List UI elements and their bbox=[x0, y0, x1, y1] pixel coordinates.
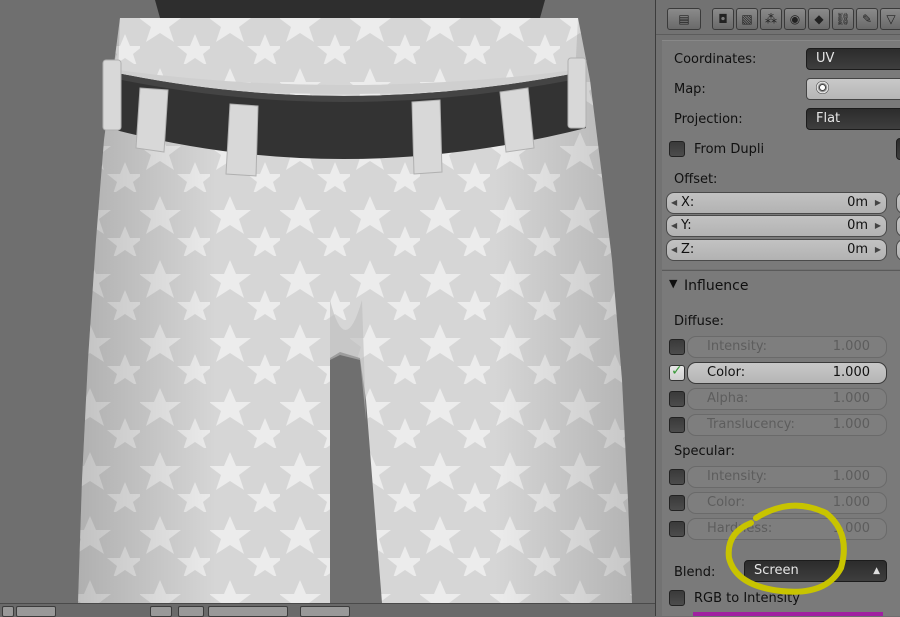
scale-z-field-partial[interactable] bbox=[896, 239, 900, 261]
offset-label: Offset: bbox=[674, 172, 718, 187]
diffuse-intensity-slider[interactable]: Intensity: 1.000 bbox=[687, 336, 887, 358]
object-icon[interactable]: ◆ bbox=[808, 8, 830, 30]
viewport-header-bar bbox=[0, 603, 655, 617]
diffuse-intensity-value: 1.000 bbox=[832, 339, 870, 354]
projection-value: Flat bbox=[816, 111, 841, 126]
offset-x-value: 0m bbox=[847, 195, 868, 210]
offset-y-value: 0m bbox=[847, 218, 868, 233]
specular-label: Specular: bbox=[674, 444, 735, 459]
diffuse-translucency-label: Translucency: bbox=[707, 417, 795, 432]
projection-dropdown[interactable]: Flat bbox=[806, 108, 900, 130]
collapse-triangle-icon[interactable]: ▼ bbox=[669, 277, 677, 290]
rgb-to-intensity-checkbox[interactable] bbox=[669, 590, 685, 606]
properties-header: ▤ ◘ ▧ ⁂ ◉ ◆ ⛓ ✎ ▽ bbox=[656, 0, 900, 35]
coordinates-value: UV bbox=[816, 51, 835, 66]
specular-intensity-value: 1.000 bbox=[832, 469, 870, 484]
diffuse-label: Diffuse: bbox=[674, 314, 724, 329]
offset-z-field[interactable]: ◀ Z: 0m ▶ bbox=[666, 239, 887, 261]
data-icon[interactable]: ▽ bbox=[880, 8, 900, 30]
snap-buttons[interactable] bbox=[300, 606, 350, 617]
increment-arrow-icon[interactable]: ▶ bbox=[875, 240, 881, 260]
diffuse-translucency-value: 1.000 bbox=[832, 417, 870, 432]
scale-y-field-partial[interactable] bbox=[896, 215, 900, 237]
decrement-arrow-icon[interactable]: ◀ bbox=[671, 216, 677, 236]
map-label: Map: bbox=[674, 82, 706, 97]
diffuse-intensity-checkbox[interactable] bbox=[669, 339, 685, 355]
shading-button[interactable] bbox=[178, 606, 204, 617]
increment-arrow-icon[interactable]: ▶ bbox=[875, 193, 881, 213]
decrement-arrow-icon[interactable]: ◀ bbox=[671, 240, 677, 260]
scene-icon[interactable]: ⁂ bbox=[760, 8, 782, 30]
coordinates-label: Coordinates: bbox=[674, 52, 757, 67]
projection-label: Projection: bbox=[674, 112, 743, 127]
viewport-canvas bbox=[78, 0, 632, 603]
offset-x-field[interactable]: ◀ X: 0m ▶ bbox=[666, 192, 887, 214]
diffuse-translucency-slider[interactable]: Translucency: 1.000 bbox=[687, 414, 887, 436]
from-dupli-label: From Dupli bbox=[694, 142, 765, 157]
offset-y-label: Y: bbox=[681, 218, 692, 233]
specular-intensity-slider[interactable]: Intensity: 1.000 bbox=[687, 466, 887, 488]
diffuse-color-value: 1.000 bbox=[832, 365, 870, 380]
uv-map-field[interactable] bbox=[806, 78, 900, 100]
diffuse-alpha-checkbox[interactable] bbox=[669, 391, 685, 407]
properties-panel: ▤ ◘ ▧ ⁂ ◉ ◆ ⛓ ✎ ▽ Coordinates: UV Map: P… bbox=[655, 0, 900, 616]
scale-x-field-partial[interactable] bbox=[896, 192, 900, 214]
diffuse-color-label: Color: bbox=[707, 365, 746, 380]
from-dupli-side-button[interactable] bbox=[896, 138, 900, 160]
annotation-circle bbox=[725, 502, 847, 595]
uv-map-icon bbox=[816, 81, 829, 94]
increment-arrow-icon[interactable]: ▶ bbox=[875, 216, 881, 236]
influence-title[interactable]: Influence bbox=[684, 278, 749, 294]
pivot-button[interactable] bbox=[150, 606, 172, 617]
specular-color-checkbox[interactable] bbox=[669, 495, 685, 511]
modifiers-icon[interactable]: ✎ bbox=[856, 8, 878, 30]
diffuse-alpha-label: Alpha: bbox=[707, 391, 749, 406]
decrement-arrow-icon[interactable]: ◀ bbox=[671, 193, 677, 213]
3d-viewport[interactable] bbox=[0, 0, 655, 603]
editor-type-icon[interactable]: ▤ bbox=[667, 8, 701, 30]
constraints-icon[interactable]: ⛓ bbox=[832, 8, 854, 30]
layer-buttons[interactable] bbox=[16, 606, 56, 617]
diffuse-translucency-checkbox[interactable] bbox=[669, 417, 685, 433]
diffuse-color-checkbox[interactable] bbox=[669, 363, 685, 381]
offset-z-label: Z: bbox=[681, 242, 695, 257]
coordinates-dropdown[interactable]: UV bbox=[806, 48, 900, 70]
diffuse-color-slider[interactable]: Color: 1.000 bbox=[687, 362, 887, 384]
world-icon[interactable]: ◉ bbox=[784, 8, 806, 30]
manipulator-buttons[interactable] bbox=[208, 606, 288, 617]
specular-intensity-label: Intensity: bbox=[707, 469, 768, 484]
blend-label: Blend: bbox=[674, 565, 716, 580]
render-layers-icon[interactable]: ▧ bbox=[736, 8, 758, 30]
viewport-mode-button[interactable] bbox=[2, 606, 14, 617]
render-icon[interactable]: ◘ bbox=[712, 8, 734, 30]
specular-intensity-checkbox[interactable] bbox=[669, 469, 685, 485]
diffuse-alpha-value: 1.000 bbox=[832, 391, 870, 406]
from-dupli-checkbox[interactable] bbox=[669, 141, 685, 157]
offset-z-value: 0m bbox=[847, 242, 868, 257]
color-field-edge[interactable] bbox=[693, 612, 883, 616]
specular-hardness-checkbox[interactable] bbox=[669, 521, 685, 537]
diffuse-alpha-slider[interactable]: Alpha: 1.000 bbox=[687, 388, 887, 410]
diffuse-intensity-label: Intensity: bbox=[707, 339, 768, 354]
offset-x-label: X: bbox=[681, 195, 695, 210]
updown-arrow-icon: ▲ bbox=[873, 566, 880, 576]
torso-shape bbox=[155, 0, 545, 18]
offset-y-field[interactable]: ◀ Y: 0m ▶ bbox=[666, 215, 887, 237]
